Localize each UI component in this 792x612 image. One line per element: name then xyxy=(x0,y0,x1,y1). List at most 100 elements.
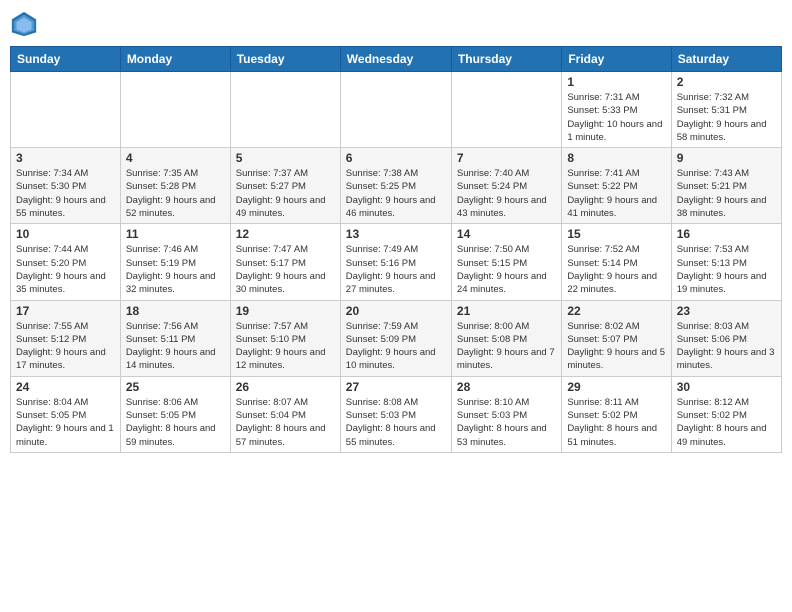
day-number: 8 xyxy=(567,151,665,165)
day-number: 24 xyxy=(16,380,115,394)
day-info: Sunrise: 7:49 AMSunset: 5:16 PMDaylight:… xyxy=(346,243,446,296)
day-number: 14 xyxy=(457,227,556,241)
day-info: Sunrise: 7:35 AMSunset: 5:28 PMDaylight:… xyxy=(126,167,225,220)
calendar-cell: 7 Sunrise: 7:40 AMSunset: 5:24 PMDaylight… xyxy=(451,148,561,224)
day-info: Sunrise: 8:00 AMSunset: 5:08 PMDaylight:… xyxy=(457,320,556,373)
calendar-cell: 1 Sunrise: 7:31 AMSunset: 5:33 PMDaylight… xyxy=(562,72,671,148)
calendar-cell: 19 Sunrise: 7:57 AMSunset: 5:10 PMDayligh… xyxy=(230,300,340,376)
calendar-cell: 12 Sunrise: 7:47 AMSunset: 5:17 PMDayligh… xyxy=(230,224,340,300)
day-info: Sunrise: 8:07 AMSunset: 5:04 PMDaylight:… xyxy=(236,396,335,449)
empty-cell xyxy=(230,72,340,148)
weekday-header-saturday: Saturday xyxy=(671,47,781,72)
day-number: 23 xyxy=(677,304,776,318)
day-info: Sunrise: 7:31 AMSunset: 5:33 PMDaylight:… xyxy=(567,91,665,144)
calendar-cell: 9Sunrise: 7:43 AMSunset: 5:21 PMDaylight… xyxy=(671,148,781,224)
day-info: Sunrise: 7:38 AMSunset: 5:25 PMDaylight:… xyxy=(346,167,446,220)
day-info: Sunrise: 7:47 AMSunset: 5:17 PMDaylight:… xyxy=(236,243,335,296)
day-info: Sunrise: 7:40 AMSunset: 5:24 PMDaylight:… xyxy=(457,167,556,220)
day-info: Sunrise: 7:57 AMSunset: 5:10 PMDaylight:… xyxy=(236,320,335,373)
day-number: 9 xyxy=(677,151,776,165)
calendar-cell: 4 Sunrise: 7:35 AMSunset: 5:28 PMDaylight… xyxy=(120,148,230,224)
page: SundayMondayTuesdayWednesdayThursdayFrid… xyxy=(0,0,792,612)
day-number: 16 xyxy=(677,227,776,241)
calendar-week-3: 10 Sunrise: 7:44 AMSunset: 5:20 PMDayligh… xyxy=(11,224,782,300)
calendar-cell: 8Sunrise: 7:41 AMSunset: 5:22 PMDaylight… xyxy=(562,148,671,224)
day-info: Sunrise: 7:44 AMSunset: 5:20 PMDaylight:… xyxy=(16,243,115,296)
calendar-cell: 3Sunrise: 7:34 AMSunset: 5:30 PMDaylight… xyxy=(11,148,121,224)
calendar-cell: 13 Sunrise: 7:49 AMSunset: 5:16 PMDayligh… xyxy=(340,224,451,300)
day-number: 19 xyxy=(236,304,335,318)
weekday-header-sunday: Sunday xyxy=(11,47,121,72)
day-number: 4 xyxy=(126,151,225,165)
day-info: Sunrise: 7:34 AMSunset: 5:30 PMDaylight:… xyxy=(16,167,115,220)
calendar-cell: 10 Sunrise: 7:44 AMSunset: 5:20 PMDayligh… xyxy=(11,224,121,300)
day-info: Sunrise: 7:55 AMSunset: 5:12 PMDaylight:… xyxy=(16,320,115,373)
calendar-cell: 27 Sunrise: 8:08 AMSunset: 5:03 PMDayligh… xyxy=(340,376,451,452)
calendar-table: SundayMondayTuesdayWednesdayThursdayFrid… xyxy=(10,46,782,453)
day-info: Sunrise: 8:10 AMSunset: 5:03 PMDaylight:… xyxy=(457,396,556,449)
logo xyxy=(10,10,42,38)
logo-icon xyxy=(10,10,38,38)
day-number: 25 xyxy=(126,380,225,394)
calendar-cell: 2Sunrise: 7:32 AMSunset: 5:31 PMDaylight… xyxy=(671,72,781,148)
day-info: Sunrise: 7:37 AMSunset: 5:27 PMDaylight:… xyxy=(236,167,335,220)
empty-cell xyxy=(11,72,121,148)
day-number: 21 xyxy=(457,304,556,318)
day-number: 10 xyxy=(16,227,115,241)
calendar-week-5: 24 Sunrise: 8:04 AMSunset: 5:05 PMDayligh… xyxy=(11,376,782,452)
day-number: 1 xyxy=(567,75,665,89)
day-number: 18 xyxy=(126,304,225,318)
weekday-header-thursday: Thursday xyxy=(451,47,561,72)
calendar-header-row: SundayMondayTuesdayWednesdayThursdayFrid… xyxy=(11,47,782,72)
day-number: 7 xyxy=(457,151,556,165)
day-info: Sunrise: 8:04 AMSunset: 5:05 PMDaylight:… xyxy=(16,396,115,449)
weekday-header-friday: Friday xyxy=(562,47,671,72)
calendar-week-1: 1 Sunrise: 7:31 AMSunset: 5:33 PMDaylight… xyxy=(11,72,782,148)
day-info: Sunrise: 7:46 AMSunset: 5:19 PMDaylight:… xyxy=(126,243,225,296)
day-info: Sunrise: 7:32 AMSunset: 5:31 PMDaylight:… xyxy=(677,91,776,144)
calendar-cell: 22 Sunrise: 8:02 AMSunset: 5:07 PMDayligh… xyxy=(562,300,671,376)
calendar-cell: 23 Sunrise: 8:03 AMSunset: 5:06 PMDayligh… xyxy=(671,300,781,376)
empty-cell xyxy=(451,72,561,148)
day-number: 11 xyxy=(126,227,225,241)
day-number: 27 xyxy=(346,380,446,394)
calendar-cell: 15Sunrise: 7:52 AMSunset: 5:14 PMDayligh… xyxy=(562,224,671,300)
calendar-cell: 16 Sunrise: 7:53 AMSunset: 5:13 PMDayligh… xyxy=(671,224,781,300)
calendar-cell: 21 Sunrise: 8:00 AMSunset: 5:08 PMDayligh… xyxy=(451,300,561,376)
day-number: 22 xyxy=(567,304,665,318)
day-number: 5 xyxy=(236,151,335,165)
calendar-cell: 18Sunrise: 7:56 AMSunset: 5:11 PMDayligh… xyxy=(120,300,230,376)
calendar-cell: 20 Sunrise: 7:59 AMSunset: 5:09 PMDayligh… xyxy=(340,300,451,376)
calendar-cell: 30Sunrise: 8:12 AMSunset: 5:02 PMDayligh… xyxy=(671,376,781,452)
day-info: Sunrise: 8:02 AMSunset: 5:07 PMDaylight:… xyxy=(567,320,665,373)
empty-cell xyxy=(120,72,230,148)
day-info: Sunrise: 8:06 AMSunset: 5:05 PMDaylight:… xyxy=(126,396,225,449)
day-info: Sunrise: 8:11 AMSunset: 5:02 PMDaylight:… xyxy=(567,396,665,449)
day-number: 20 xyxy=(346,304,446,318)
day-info: Sunrise: 7:59 AMSunset: 5:09 PMDaylight:… xyxy=(346,320,446,373)
day-number: 13 xyxy=(346,227,446,241)
weekday-header-tuesday: Tuesday xyxy=(230,47,340,72)
calendar-cell: 28 Sunrise: 8:10 AMSunset: 5:03 PMDayligh… xyxy=(451,376,561,452)
day-info: Sunrise: 7:50 AMSunset: 5:15 PMDaylight:… xyxy=(457,243,556,296)
day-number: 12 xyxy=(236,227,335,241)
calendar-cell: 11 Sunrise: 7:46 AMSunset: 5:19 PMDayligh… xyxy=(120,224,230,300)
day-info: Sunrise: 8:08 AMSunset: 5:03 PMDaylight:… xyxy=(346,396,446,449)
calendar-cell: 26 Sunrise: 8:07 AMSunset: 5:04 PMDayligh… xyxy=(230,376,340,452)
day-number: 17 xyxy=(16,304,115,318)
day-number: 26 xyxy=(236,380,335,394)
header xyxy=(10,10,782,38)
weekday-header-monday: Monday xyxy=(120,47,230,72)
day-number: 6 xyxy=(346,151,446,165)
day-number: 29 xyxy=(567,380,665,394)
calendar-cell: 24 Sunrise: 8:04 AMSunset: 5:05 PMDayligh… xyxy=(11,376,121,452)
day-info: Sunrise: 8:12 AMSunset: 5:02 PMDaylight:… xyxy=(677,396,776,449)
day-info: Sunrise: 8:03 AMSunset: 5:06 PMDaylight:… xyxy=(677,320,776,373)
day-info: Sunrise: 7:53 AMSunset: 5:13 PMDaylight:… xyxy=(677,243,776,296)
empty-cell xyxy=(340,72,451,148)
calendar-cell: 25 Sunrise: 8:06 AMSunset: 5:05 PMDayligh… xyxy=(120,376,230,452)
weekday-header-wednesday: Wednesday xyxy=(340,47,451,72)
calendar-cell: 5 Sunrise: 7:37 AMSunset: 5:27 PMDaylight… xyxy=(230,148,340,224)
day-number: 28 xyxy=(457,380,556,394)
calendar-cell: 17 Sunrise: 7:55 AMSunset: 5:12 PMDayligh… xyxy=(11,300,121,376)
